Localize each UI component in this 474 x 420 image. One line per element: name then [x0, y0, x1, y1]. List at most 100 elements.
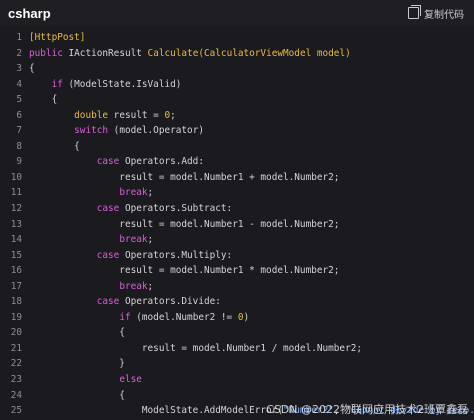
- code-token: }: [29, 358, 125, 370]
- code-token: Operators.Add:: [119, 156, 204, 168]
- code-token: break: [119, 280, 148, 292]
- line-number: 6: [16, 109, 22, 121]
- code-text: {: [22, 92, 58, 108]
- code-line: 20 {: [0, 325, 474, 341]
- code-token: double: [74, 109, 109, 121]
- code-token: {: [29, 140, 80, 152]
- code-token: (ModelState.IsValid): [62, 78, 182, 90]
- code-text: {: [22, 325, 125, 341]
- code-view: 1 [HttpPost] 2 public IActionResult Calcula…: [0, 30, 474, 419]
- code-token: ModelState.AddModelError(: [29, 405, 283, 417]
- code-line: 23 else: [0, 372, 474, 388]
- code-token: result = model.Number1 * model.Number2;: [29, 265, 340, 277]
- line-number: 14: [10, 234, 22, 246]
- line-number: 7: [16, 125, 22, 137]
- watermark: CSDN @2022物联网应用技术2班覃鑫磊: [266, 403, 468, 416]
- line-number: 12: [10, 203, 22, 215]
- code-token: IActionResult: [68, 47, 148, 59]
- line-number: 24: [10, 389, 22, 401]
- code-text: result = model.Number1 * model.Number2;: [22, 263, 339, 279]
- line-number: 13: [10, 218, 22, 230]
- code-token: ;: [170, 109, 176, 121]
- code-token: case: [96, 203, 120, 215]
- code-text: else: [22, 372, 142, 388]
- line-number: 23: [10, 374, 22, 386]
- code-token: ;: [147, 234, 154, 246]
- code-text: switch (model.Operator): [22, 123, 204, 139]
- code-line: 18 case Operators.Divide:: [0, 294, 474, 310]
- line-number: 5: [16, 94, 22, 106]
- code-token: case: [96, 296, 120, 308]
- code-text: if (model.Number2 != 0): [22, 310, 249, 326]
- code-token: Operators.Multiply:: [119, 249, 233, 261]
- code-text: {: [22, 139, 80, 155]
- code-token: break: [119, 187, 148, 199]
- line-number: 18: [10, 296, 22, 308]
- line-number: 15: [10, 249, 22, 261]
- code-token: Calculate(CalculatorViewModel model): [147, 47, 351, 59]
- copy-icon: [408, 5, 421, 19]
- code-text: {: [22, 388, 125, 404]
- code-text: break;: [22, 232, 153, 248]
- line-number: 25: [10, 405, 22, 417]
- code-text: }: [22, 356, 125, 372]
- code-token: {: [29, 389, 125, 401]
- line-number: 17: [10, 280, 22, 292]
- code-token: break: [119, 234, 148, 246]
- code-text: if (ModelState.IsValid): [22, 77, 182, 93]
- code-line: 2 public IActionResult Calculate(Calculat…: [0, 46, 474, 62]
- line-number: 8: [16, 140, 22, 152]
- code-line: 21 result = model.Number1 / model.Number…: [0, 341, 474, 357]
- line-number: 11: [10, 187, 22, 199]
- code-text: break;: [22, 185, 153, 201]
- code-token: case: [96, 156, 120, 168]
- code-token: (model.Operator): [108, 125, 204, 137]
- code-line: 8 {: [0, 139, 474, 155]
- code-token: if: [51, 78, 63, 90]
- code-text: case Operators.Multiply:: [22, 248, 232, 264]
- code-token: (model.Number2 !=: [130, 311, 238, 323]
- code-token: if: [119, 311, 131, 323]
- code-token: result = model.Number1 - model.Number2;: [29, 218, 340, 230]
- line-number: 4: [16, 78, 22, 90]
- code-line: 9 case Operators.Add:: [0, 154, 474, 170]
- code-line: 17 break;: [0, 279, 474, 295]
- code-text: [HttpPost]: [22, 30, 85, 46]
- code-line: 5 {: [0, 92, 474, 108]
- code-block-header: csharp 复制代码: [0, 0, 474, 26]
- code-line: 15 case Operators.Multiply:: [0, 248, 474, 264]
- line-number: 9: [16, 156, 22, 168]
- line-number: 22: [10, 358, 22, 370]
- code-line: 6 double result = 0;: [0, 108, 474, 124]
- code-token: result = model.Number1 / model.Number2;: [29, 342, 363, 354]
- copy-code-button[interactable]: 复制代码: [408, 5, 464, 21]
- code-text: result = model.Number1 - model.Number2;: [22, 217, 339, 233]
- line-number: 20: [10, 327, 22, 339]
- code-token: result = model.Number1 + model.Number2;: [29, 171, 340, 183]
- code-text: double result = 0;: [22, 108, 176, 124]
- code-text: case Operators.Add:: [22, 154, 204, 170]
- code-text: result = model.Number1 + model.Number2;: [22, 170, 339, 186]
- code-line: 1 [HttpPost]: [0, 30, 474, 46]
- code-line: 14 break;: [0, 232, 474, 248]
- code-line: 13 result = model.Number1 - model.Number…: [0, 217, 474, 233]
- code-line: 7 switch (model.Operator): [0, 123, 474, 139]
- copy-code-label: 复制代码: [424, 9, 464, 21]
- code-token: [HttpPost]: [29, 32, 86, 43]
- line-number: 19: [10, 311, 22, 323]
- code-line: 3{: [0, 61, 474, 77]
- code-token: {: [29, 94, 58, 106]
- line-number: 3: [16, 63, 22, 75]
